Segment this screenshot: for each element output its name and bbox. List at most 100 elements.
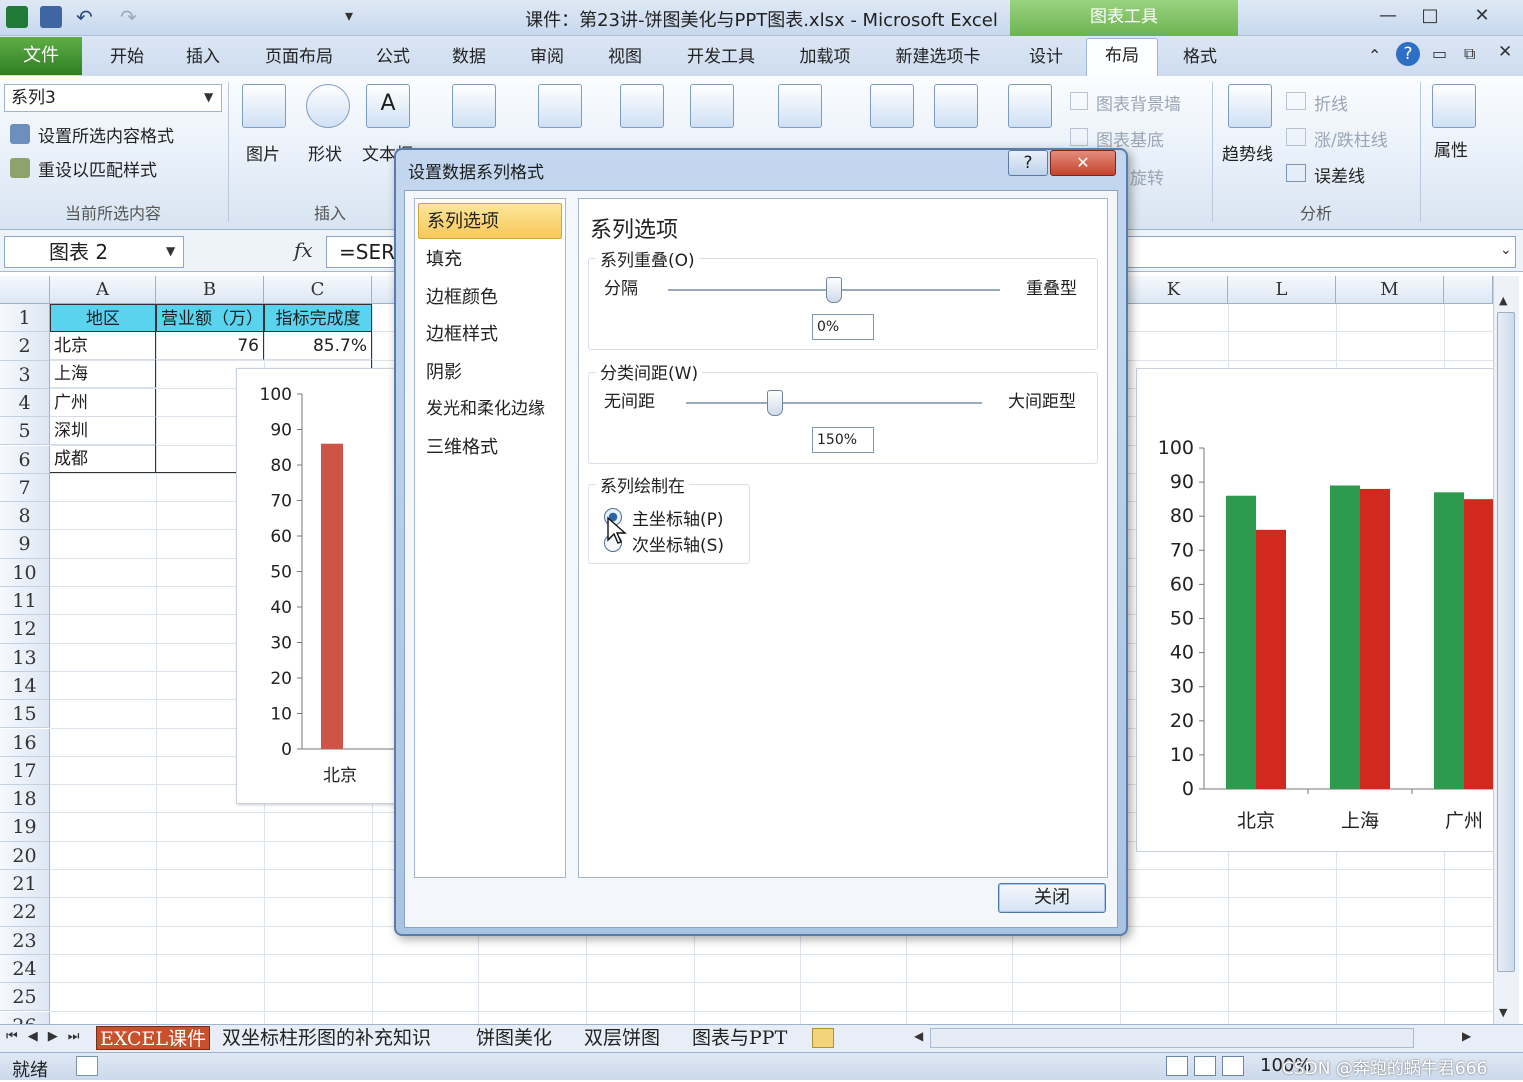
row-header[interactable]: 2	[0, 332, 50, 361]
gap-slider-thumb[interactable]	[766, 390, 783, 416]
chart-title-icon[interactable]	[452, 84, 496, 128]
scroll-thumb[interactable]	[1497, 312, 1515, 972]
tab-view[interactable]: 视图	[598, 40, 652, 74]
page-layout-view-icon[interactable]	[1194, 1056, 1216, 1076]
row-header[interactable]: 5	[0, 417, 50, 446]
tab-home[interactable]: 开始	[100, 40, 154, 74]
macro-record-icon[interactable]	[76, 1056, 98, 1076]
row-header[interactable]: 22	[0, 898, 50, 927]
select-all-corner[interactable]	[0, 276, 50, 304]
row-header[interactable]: 16	[0, 728, 50, 757]
nav-border-style[interactable]: 边框样式	[418, 317, 562, 353]
tab-insert[interactable]: 插入	[176, 40, 230, 74]
cell-c2[interactable]: 85.7%	[264, 332, 372, 361]
column-header-m[interactable]: M	[1336, 276, 1444, 304]
axis-titles-icon[interactable]	[538, 84, 582, 128]
fx-icon[interactable]: fx	[294, 238, 313, 262]
tab-format[interactable]: 格式	[1172, 40, 1228, 74]
expand-formula-icon[interactable]: ⌄	[1500, 242, 1512, 258]
properties-icon[interactable]	[1432, 84, 1476, 128]
column-header-k[interactable]: K	[1120, 276, 1228, 304]
lines-button[interactable]: 折线	[1314, 90, 1348, 115]
row-header[interactable]: 6	[0, 445, 50, 474]
cell-a6[interactable]: 成都	[50, 445, 156, 474]
scroll-right-icon[interactable]: ▶	[1462, 1029, 1471, 1043]
column-header[interactable]	[1444, 276, 1493, 304]
overlap-slider-thumb[interactable]	[826, 277, 842, 303]
sheet-tab-pie-beautify[interactable]: 饼图美化	[476, 1026, 552, 1050]
row-header[interactable]: 19	[0, 813, 50, 842]
nav-shadow[interactable]: 阴影	[418, 355, 562, 391]
row-header[interactable]: 21	[0, 870, 50, 899]
cell-a5[interactable]: 深圳	[50, 417, 156, 446]
axes-icon[interactable]	[870, 84, 914, 128]
row-header[interactable]: 18	[0, 785, 50, 814]
nav-fill[interactable]: 填充	[418, 242, 562, 278]
picture-icon[interactable]	[242, 84, 286, 128]
properties-button[interactable]: 属性	[1434, 136, 1468, 161]
column-header-a[interactable]: A	[50, 276, 156, 304]
format-selection-button[interactable]: 设置所选内容格式	[38, 122, 174, 147]
column-header-c[interactable]: C	[264, 276, 372, 304]
nav-border-color[interactable]: 边框颜色	[418, 280, 562, 316]
name-box-dropdown-icon[interactable]: ▼	[166, 244, 175, 258]
gap-slider-track[interactable]	[686, 402, 982, 404]
insert-sheet-icon[interactable]	[812, 1028, 834, 1048]
chart-elements-dropdown[interactable]: 系列3	[4, 84, 222, 112]
nav-glow-soft-edges[interactable]: 发光和柔化边缘	[418, 391, 562, 427]
nav-series-options[interactable]: 系列选项	[418, 203, 562, 239]
dialog-help-button[interactable]: ?	[1008, 150, 1048, 176]
row-header[interactable]: 23	[0, 926, 50, 955]
normal-view-icon[interactable]	[1166, 1056, 1188, 1076]
tab-data[interactable]: 数据	[442, 40, 496, 74]
trendline-icon[interactable]	[1228, 84, 1272, 128]
updown-bars-button[interactable]: 涨/跌柱线	[1314, 126, 1388, 151]
restore-button[interactable]: □	[1408, 3, 1452, 29]
chevron-down-icon[interactable]: ▼	[204, 90, 213, 104]
ribbon-minimize-icon[interactable]: ▭	[1432, 44, 1447, 63]
row-header[interactable]: 9	[0, 530, 50, 559]
cell-a1[interactable]: 地区	[50, 304, 156, 333]
picture-button[interactable]: 图片	[246, 140, 280, 165]
data-table-icon[interactable]	[778, 84, 822, 128]
tab-review[interactable]: 审阅	[520, 40, 574, 74]
trendline-button[interactable]: 趋势线	[1222, 140, 1273, 165]
sheet-nav-icon[interactable]: ⏮◀▶⏭	[6, 1029, 89, 1044]
tab-new[interactable]: 新建选项卡	[884, 40, 992, 74]
3d-rotation-button[interactable]: 旋转	[1130, 164, 1164, 189]
name-box[interactable]: 图表 2	[4, 236, 184, 268]
row-header[interactable]: 24	[0, 954, 50, 984]
cell-a3[interactable]: 上海	[50, 360, 156, 389]
dialog-close-x-button[interactable]: ✕	[1050, 150, 1116, 176]
data-labels-icon[interactable]	[690, 84, 734, 128]
scroll-left-icon[interactable]: ◀	[914, 1029, 923, 1043]
row-header[interactable]: 10	[0, 558, 50, 587]
shapes-icon[interactable]	[306, 84, 350, 128]
nav-3d-format[interactable]: 三维格式	[418, 430, 562, 466]
column-header-l[interactable]: L	[1228, 276, 1336, 304]
cell-b1[interactable]: 营业额（万）	[156, 304, 264, 333]
horizontal-scrollbar[interactable]	[930, 1028, 1414, 1048]
sheet-tab-double-pie[interactable]: 双层饼图	[584, 1026, 660, 1050]
page-break-view-icon[interactable]	[1222, 1056, 1244, 1076]
column-header-b[interactable]: B	[156, 276, 264, 304]
reset-style-button[interactable]: 重设以匹配样式	[38, 156, 157, 181]
tab-addins[interactable]: 加载项	[790, 40, 860, 74]
row-header[interactable]: 3	[0, 360, 50, 389]
row-header[interactable]: 11	[0, 587, 50, 616]
cell-a4[interactable]: 广州	[50, 389, 156, 418]
error-bars-button[interactable]: 误差线	[1314, 162, 1365, 187]
gridlines-icon[interactable]	[934, 84, 978, 128]
row-header[interactable]: 17	[0, 756, 50, 786]
textbox-icon[interactable]: A	[366, 84, 410, 128]
row-header[interactable]: 8	[0, 502, 50, 531]
tab-layout[interactable]: 布局	[1086, 38, 1158, 76]
row-header[interactable]: 7	[0, 473, 50, 503]
minimize-button[interactable]: —	[1366, 3, 1410, 29]
sheet-tab-dual-axis[interactable]: 双坐标柱形图的补充知识	[222, 1026, 431, 1050]
tab-developer[interactable]: 开发工具	[676, 40, 766, 74]
scroll-down-icon[interactable]: ▼	[1499, 1006, 1507, 1019]
tab-page-layout[interactable]: 页面布局	[254, 40, 344, 74]
plot-area-icon[interactable]	[1008, 84, 1052, 128]
row-header[interactable]: 25	[0, 983, 50, 1012]
